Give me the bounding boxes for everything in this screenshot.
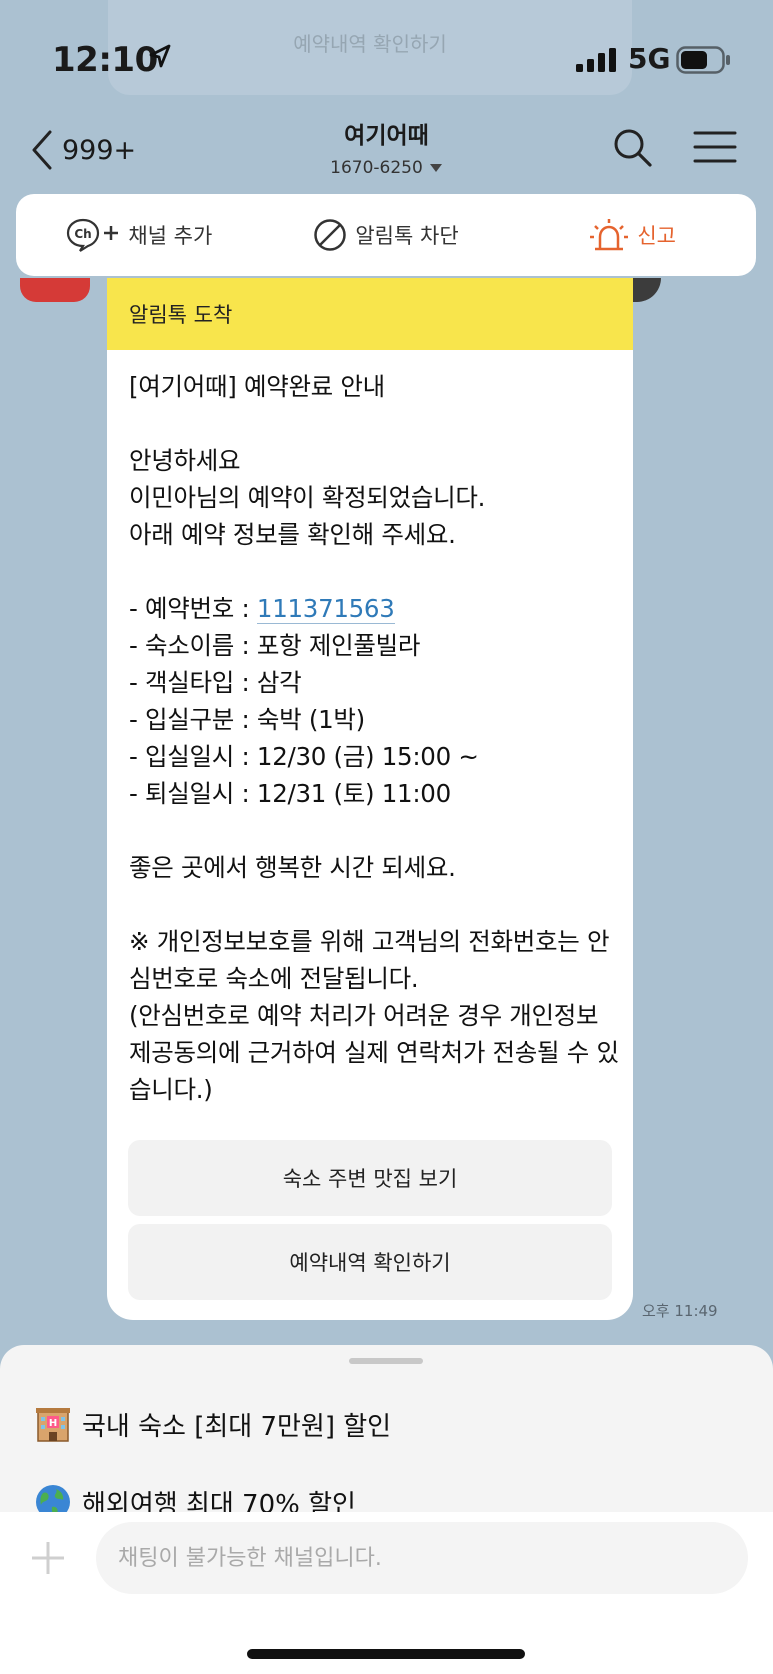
booking-number-label: - 예약번호 : <box>129 594 257 623</box>
chat-header: 999+ 여기어때 1670-6250 <box>0 110 773 190</box>
report-button[interactable]: 신고 <box>509 218 756 252</box>
notice-line: 제공동의에 근거하여 실제 연락처가 전송될 수 있 <box>129 1038 619 1067</box>
menu-icon[interactable] <box>693 130 737 164</box>
room-type-line: - 객실타입 : 삼각 <box>129 668 302 697</box>
status-bar: 12:10 5G <box>0 0 773 110</box>
block-icon <box>314 219 347 251</box>
nearby-restaurants-button[interactable]: 숙소 주변 맛집 보기 <box>128 1140 612 1216</box>
greeting-text: 안녕하세요 <box>129 446 241 475</box>
svg-text:Ch: Ch <box>75 227 92 241</box>
drag-handle[interactable] <box>349 1358 423 1364</box>
channel-phone-dropdown[interactable]: 1670-6250 <box>330 158 443 178</box>
clock: 12:10 <box>52 40 158 80</box>
network-type: 5G <box>628 42 671 75</box>
channel-action-bar: Ch 채널 추가 알림톡 차단 신고 <box>16 194 756 276</box>
chat-input-area <box>0 1512 773 1674</box>
location-arrow-icon <box>149 44 171 68</box>
message-title: [여기어때] 예약완료 안내 <box>129 372 385 401</box>
notice-line: (안심번호로 예약 처리가 어려운 경우 개인정보 <box>129 1001 599 1030</box>
checkin-line: - 입실일시 : 12/30 (금) 15:00 ~ <box>129 742 479 771</box>
lodging-line: - 숙소이름 : 포항 제인풀빌라 <box>129 631 421 660</box>
notification-message: 알림톡 도착 [여기어때] 예약완료 안내 안녕하세요 이민아님의 예약이 확정… <box>107 278 633 1320</box>
hotel-icon: H <box>36 1408 70 1442</box>
block-notification-button[interactable]: 알림톡 차단 <box>263 218 510 252</box>
caret-down-icon <box>429 164 442 172</box>
booking-number-link[interactable]: 111371563 <box>256 594 395 624</box>
channel-add-icon: Ch <box>67 218 119 252</box>
stay-type-line: - 입실구분 : 숙박 (1박) <box>129 705 365 734</box>
message-body: [여기어때] 예약완료 안내 안녕하세요 이민아님의 예약이 확정되었습니다. … <box>107 350 633 1108</box>
notice-line: 심번호로 숙소에 전달됩니다. <box>129 964 419 993</box>
promo-label: 국내 숙소 [최대 7만원] 할인 <box>82 1411 392 1442</box>
block-label: 알림톡 차단 <box>355 224 459 248</box>
booking-number-line: - 예약번호 : 111371563 <box>129 590 611 627</box>
plus-icon[interactable] <box>30 1540 66 1576</box>
add-channel-label: 채널 추가 <box>128 224 213 248</box>
closing-text: 좋은 곳에서 행복한 시간 되세요. <box>129 853 456 882</box>
check-info-text: 아래 예약 정보를 확인해 주세요. <box>129 520 456 549</box>
view-reservations-button[interactable]: 예약내역 확인하기 <box>128 1224 612 1300</box>
channel-phone: 1670-6250 <box>330 158 423 178</box>
confirmed-text: 이민아님의 예약이 확정되었습니다. <box>129 483 486 512</box>
home-indicator[interactable] <box>247 1649 525 1659</box>
svg-text:H: H <box>49 1418 57 1429</box>
message-header: 알림톡 도착 <box>107 278 633 350</box>
add-channel-button[interactable]: Ch 채널 추가 <box>16 218 263 252</box>
unread-count: 999+ <box>62 134 137 166</box>
report-label: 신고 <box>637 224 676 248</box>
siren-icon <box>590 219 629 251</box>
chat-input[interactable] <box>96 1522 748 1594</box>
checkout-line: - 퇴실일시 : 12/31 (토) 11:00 <box>129 779 451 808</box>
profile-avatar-partial[interactable] <box>20 278 90 302</box>
message-timestamp: 오후 11:49 <box>642 1302 718 1320</box>
chevron-left-icon <box>32 130 52 170</box>
search-icon[interactable] <box>612 127 654 169</box>
battery-icon <box>676 46 730 74</box>
notice-line: 습니다.) <box>129 1075 213 1104</box>
promo-item-domestic[interactable]: H 국내 숙소 [최대 7만원] 할인 <box>34 1405 391 1443</box>
back-button[interactable]: 999+ <box>30 128 136 172</box>
signal-icon <box>576 48 616 72</box>
notice-line: ※ 개인정보보호를 위해 고객님의 전화번호는 안 <box>129 927 610 956</box>
